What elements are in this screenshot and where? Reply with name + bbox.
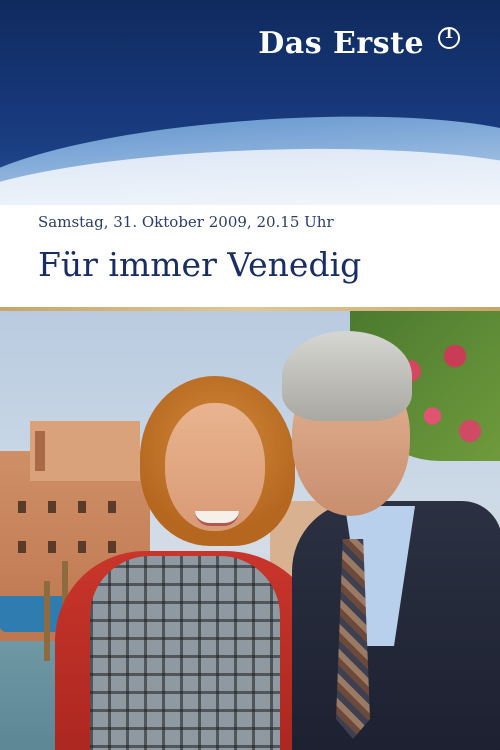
window [108,541,116,553]
poster: Das Erste Samstag, 31. Oktober 2009, 20.… [0,0,500,750]
movie-title: Für immer Venedig [38,245,362,284]
window [108,501,116,513]
window [18,541,26,553]
channel-brand-text: Das Erste [258,26,425,61]
title-panel: Samstag, 31. Oktober 2009, 20.15 Uhr Für… [0,205,500,309]
window [18,501,26,513]
window [78,541,86,553]
airdate-text: Samstag, 31. Oktober 2009, 20.15 Uhr [38,213,334,231]
ard-one-logo-icon [438,26,460,49]
mooring-pole [44,581,50,661]
window [48,501,56,513]
window [48,541,56,553]
woman-shirt [90,556,280,750]
header-band: Das Erste [0,0,500,272]
man-hair [282,331,412,421]
window [78,501,86,513]
channel-brand: Das Erste [258,26,460,61]
venice-building-top [30,421,140,481]
poster-photo [0,311,500,750]
chimney [35,431,45,471]
